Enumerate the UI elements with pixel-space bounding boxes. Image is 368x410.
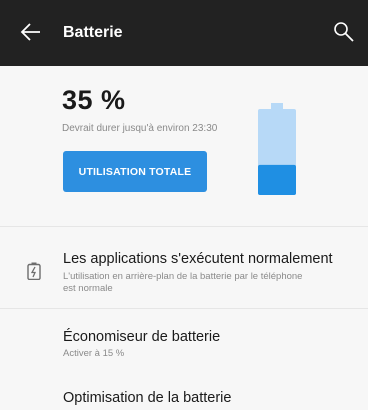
battery-saver-subtitle: Activer à 15 % (63, 348, 125, 359)
status-title: Les applications s'exécutent normalement (63, 251, 333, 267)
battery-optimization-title: Optimisation de la batterie (63, 390, 232, 406)
divider (0, 308, 368, 309)
battery-charging-icon (27, 262, 41, 280)
battery-level-graphic (258, 103, 296, 195)
divider (0, 226, 368, 227)
status-subtitle-line-1: L'utilisation en arrière-plan de la batt… (63, 271, 303, 282)
battery-fill (258, 164, 296, 195)
battery-estimate: Devrait durer jusqu'à environ 23:30 (62, 123, 218, 134)
battery-percentage: 35 % (62, 85, 126, 115)
status-subtitle-line-2: est normale (63, 283, 113, 294)
total-usage-button[interactable]: UTILISATION TOTALE (63, 151, 207, 192)
arrow-left-icon[interactable] (20, 21, 42, 43)
app-bar: Batterie (0, 0, 368, 66)
battery-saver-title: Économiseur de batterie (63, 329, 221, 345)
page-title: Batterie (63, 24, 123, 41)
battery-cap (271, 103, 283, 109)
search-icon[interactable] (332, 20, 356, 44)
